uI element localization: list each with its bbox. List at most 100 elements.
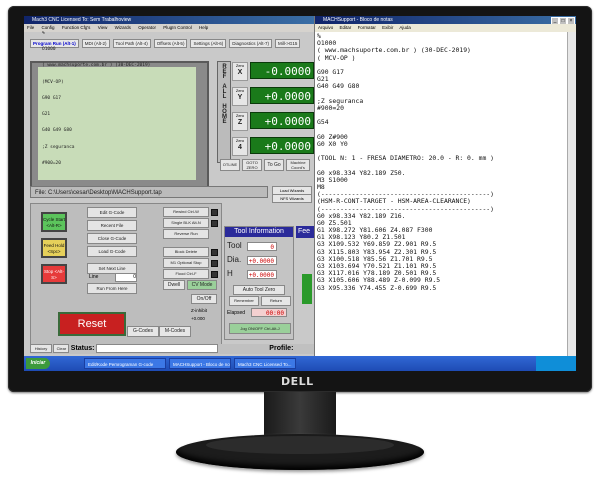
feed-hold-button[interactable]: Feed Hold <Spc> [41,238,67,258]
monitor-neck [264,392,336,436]
taskbar-item-mach3[interactable]: Mach3 CNC Licensed To... [234,358,296,369]
led-indicator [211,220,218,227]
mach3-window: Mach3 CNC Licensed To: Sem Trabalhoview … [24,16,314,356]
stop-button[interactable]: Stop <Alt-S> [41,264,67,284]
otline-button[interactable]: OTLINE [220,159,240,171]
tab-mill-g15[interactable]: Mill->G15 [274,39,301,48]
recent-file-button[interactable]: Recent File [87,220,137,231]
tab-settings[interactable]: Settings (Alt-6) [190,39,227,48]
goto-zero-button[interactable]: GOTO ZERO [242,159,262,171]
block-delete-button[interactable]: Block Delete [163,247,209,257]
notepad-text-area[interactable]: % O1000( www.machsuporte.com.br ) (30-DEC… [317,33,565,355]
notepad-line: G0 X0 Y0 [317,139,348,148]
zero-x-button[interactable]: Zero X [232,62,248,81]
menu-help[interactable]: Help [199,25,208,30]
mcodes-button[interactable]: M-Codes [159,326,191,337]
taskbar-item-notepad[interactable]: MACHSupport - Bloco de notas [169,358,231,369]
gcode-line: (MCV-OP) [42,79,64,85]
gcode-viewer[interactable]: % O1000 ( www.machsuporte.com.br ) (30-D… [38,31,196,180]
gcode-line: G90 G17 [42,95,61,101]
zero-4-button[interactable]: Zero 4 [232,137,248,156]
dro-y[interactable]: +0.0000 [250,87,314,104]
file-path-bar: File: C:\Users\cesar\Desktop\MACHSupport… [30,186,268,198]
clear-button[interactable]: Clear [53,344,70,353]
machine-coords-button[interactable]: Machine Coord's [286,159,310,171]
dell-logo: DELL [281,375,314,388]
to-go-button[interactable]: To Go [264,159,284,171]
led-indicator [211,249,218,256]
file-path: C:\Users\cesar\Desktop\MACHSupport.tap [48,190,162,196]
tool-number-field[interactable]: 0 [247,242,277,251]
gcode-line: G21 [42,112,51,118]
dro-z[interactable]: +0.0000 [250,112,314,129]
monitor-base-top [206,436,394,454]
notepad-line: G90 G17 [317,67,344,76]
tab-diagnostics[interactable]: Diagnostics (Alt-7) [229,39,272,48]
notepad-line: G40 G49 G80 [317,82,360,91]
return-button[interactable]: Return [261,296,291,306]
gcode-line: ;Z seguranca [42,144,75,150]
optional-stop-button[interactable]: M1 Optional Stop [163,258,209,268]
remember-button[interactable]: Remember [229,296,259,306]
feed-override-slider[interactable] [302,274,312,304]
notepad-title: MACHSupport - Bloco de notas [323,17,393,23]
single-block-button[interactable]: Single BLK Alt-N [163,218,209,228]
auto-tool-zero-button[interactable]: Auto Tool Zero [233,285,285,295]
on-off-button[interactable]: On/Off [191,294,217,304]
notepad-line [317,112,565,119]
reset-button[interactable]: Reset [58,312,126,336]
line-number-field[interactable]: 0 [115,273,137,282]
notepad-scrollbar[interactable] [567,32,576,356]
h-label: H [227,269,233,278]
reverse-run-button[interactable]: Reverse Run [163,229,209,239]
jog-toggle-button[interactable]: Jog ON/OFF Ctrl-Alt-J [229,323,291,334]
menu-formatar[interactable]: Formatar [358,25,376,30]
dro-x[interactable]: -0.0000 [250,62,314,79]
dia-field[interactable]: +0.0000 [247,256,277,265]
tab-offsets[interactable]: Offsets (Alt-5) [153,39,188,48]
flood-button[interactable]: Flood Ctrl-F [163,269,209,279]
menu-exibir[interactable]: Exibir [382,25,393,30]
system-tray [536,356,576,371]
notepad-line: % [317,33,321,40]
feed-rate-title: Fee [296,226,314,238]
zero-y-button[interactable]: Zero Y [232,87,248,106]
menu-arquivo[interactable]: Arquivo [318,25,333,30]
gcode-display: % O1000 ( www.machsuporte.com.br ) (30-D… [30,31,209,188]
close-gcode-button[interactable]: Close G-Code [87,233,137,244]
menu-plugin-control[interactable]: PlugIn Control [163,25,192,30]
notepad-line: G54 [317,118,329,127]
notepad-line: #900=20 [317,103,344,112]
led-indicator [211,209,218,216]
axis-label: Y [237,94,243,101]
h-field[interactable]: +0.0000 [247,270,277,279]
menu-ajuda[interactable]: Ajuda [399,25,411,30]
history-button[interactable]: History [30,344,52,353]
start-button[interactable]: Iniciar [26,358,50,369]
menu-editar[interactable]: Editar [340,25,352,30]
gcode-line: G40 G49 G80 [42,128,72,134]
zero-z-button[interactable]: Zero Z [232,112,248,131]
gcodes-button[interactable]: G-Codes [127,326,159,337]
cv-mode-button[interactable]: CV Mode [187,280,217,290]
run-from-here-button[interactable]: Run From Here [87,283,137,294]
menu-file[interactable]: File [27,25,34,30]
load-gcode-button[interactable]: Load G-Code [87,246,137,257]
tool-label: Tool [227,241,242,250]
status-label: Status: [70,345,95,352]
cycle-start-button[interactable]: Cycle Start <Alt-R> [41,212,67,232]
rewind-button[interactable]: Rewind Ctrl-W [163,207,209,217]
gcode-lines: % O1000 ( www.machsuporte.com.br ) (30-D… [42,20,150,177]
taskbar-item-editor[interactable]: Edit/Kode Pemrograman G-code [84,358,166,369]
nfs-wizards-button[interactable]: NFS Wizards [272,194,312,203]
led-indicator [211,260,218,267]
elapsed-time: 00:00 [251,308,287,317]
monitor-screen: Mach3 CNC Licensed To: Sem Trabalhoview … [24,16,576,371]
ref-all-home-button[interactable]: REF ALL HOME [217,61,231,163]
dro-4[interactable]: +0.0000 [250,137,314,154]
z-inhibit-value: +0.000 [191,316,205,321]
dwell-button[interactable]: Dwell [163,280,185,290]
notepad-line: ( MCV-OP ) [317,53,356,62]
axis-label: 4 [238,144,242,151]
edit-gcode-button[interactable]: Edit G-Code [87,207,137,218]
